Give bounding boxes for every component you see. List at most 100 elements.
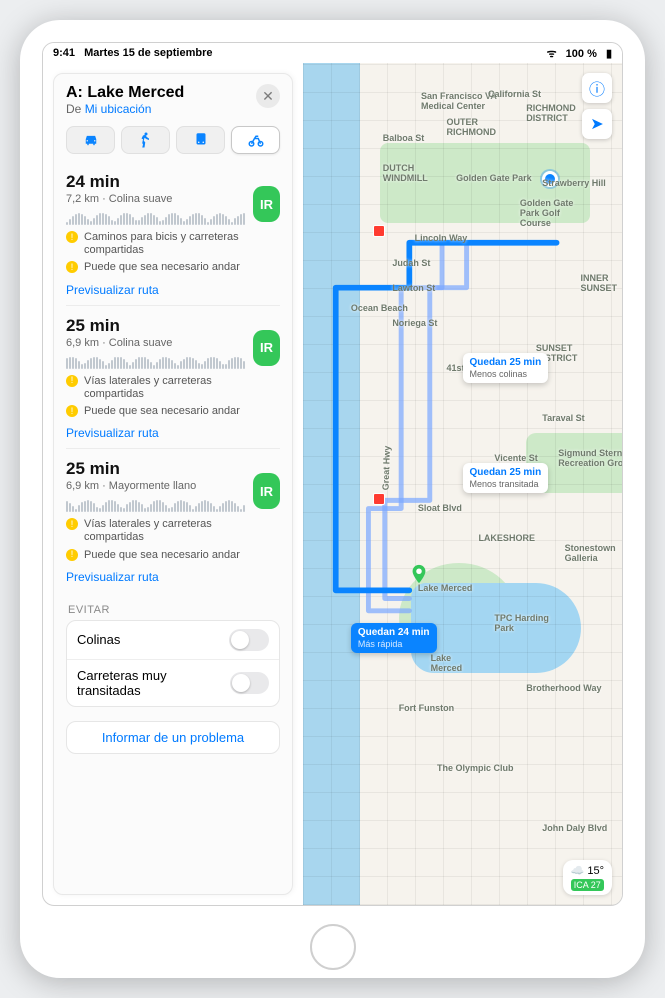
map-label: Fort Funston <box>399 703 455 713</box>
mode-drive[interactable] <box>66 126 115 154</box>
close-button[interactable]: ✕ <box>256 84 280 108</box>
map-info-button[interactable]: ⓘ <box>582 73 612 103</box>
mode-bike[interactable] <box>231 126 280 154</box>
map-label: Golden Gate Park <box>456 173 532 183</box>
status-date: Martes 15 de septiembre <box>84 47 212 59</box>
route-callout[interactable]: Quedan 24 minMás rápida <box>351 623 437 653</box>
map-label: The Olympic Club <box>437 763 514 773</box>
map-label: Lincoln Way <box>415 233 468 243</box>
avoid-row-busy: Carreteras muy transitadas <box>67 660 279 706</box>
route-advisory: !Puede que sea necesario andar <box>66 405 245 418</box>
route-advisory: !Puede que sea necesario andar <box>66 549 245 562</box>
bike-icon <box>247 131 265 149</box>
destination-title: A: Lake Merced <box>66 84 184 102</box>
map-label: Lawton St <box>392 283 435 293</box>
status-time: 9:41 <box>53 47 75 59</box>
avoid-title: EVITAR <box>66 604 280 616</box>
map-label: California St <box>488 89 541 99</box>
map-label: Great Hwy <box>380 446 392 491</box>
status-right: ᯤ 100 % ▮ <box>541 46 612 61</box>
screen: 9:41 Martes 15 de septiembre ᯤ 100 % ▮ A… <box>42 42 623 906</box>
wifi-icon: ᯤ <box>547 48 557 60</box>
go-button[interactable]: IR <box>253 473 280 509</box>
route-advisory: !Vías laterales y carreteras compartidas <box>66 518 245 544</box>
transit-icon <box>192 131 210 149</box>
map-label: Lake Merced <box>418 583 473 593</box>
map-label: Sigmund SternRecreation Grove <box>558 448 622 468</box>
mode-transit[interactable] <box>176 126 225 154</box>
destination-pin <box>408 563 430 585</box>
map-label: Ocean Beach <box>351 303 408 313</box>
road-closure-icon <box>373 493 385 505</box>
elevation-chart <box>66 211 245 225</box>
road-closure-icon <box>373 225 385 237</box>
map-label: OUTERRICHMOND <box>447 117 497 137</box>
preview-route-link[interactable]: Previsualizar ruta <box>66 426 280 440</box>
route-callout[interactable]: Quedan 25 minMenos colinas <box>463 353 549 383</box>
warning-icon: ! <box>66 375 78 387</box>
route-duration: 25 min <box>66 459 245 479</box>
warning-icon: ! <box>66 261 78 273</box>
map-label: Vicente St <box>494 453 537 463</box>
report-problem-button[interactable]: Informar de un problema <box>66 721 280 754</box>
route-meta: 7,2 km · Colina suave <box>66 193 245 205</box>
avoid-hills-switch[interactable] <box>229 629 269 651</box>
map-label: Golden GatePark GolfCourse <box>520 198 574 228</box>
map-label: TPC HardingPark <box>494 613 549 633</box>
map-label: Judah St <box>392 258 430 268</box>
map-label: Brotherhood Way <box>526 683 601 693</box>
preview-route-link[interactable]: Previsualizar ruta <box>66 283 280 297</box>
home-button[interactable] <box>310 924 356 970</box>
map-label: LakeMerced <box>431 653 463 673</box>
map-label: RICHMONDDISTRICT <box>526 103 576 123</box>
avoid-section: EVITAR Colinas Carreteras muy transitada… <box>66 604 280 707</box>
avoid-row-hills: Colinas <box>67 621 279 660</box>
warning-icon: ! <box>66 518 78 530</box>
route-advisory: !Puede que sea necesario andar <box>66 261 245 274</box>
map-locate-button[interactable]: ➤ <box>582 109 612 139</box>
route-duration: 24 min <box>66 172 245 192</box>
map-label: StonestownGalleria <box>565 543 616 563</box>
status-left: 9:41 Martes 15 de septiembre <box>53 47 212 59</box>
map-label: INNERSUNSET <box>581 273 618 293</box>
route-duration: 25 min <box>66 316 245 336</box>
map-label: Noriega St <box>392 318 437 328</box>
warning-icon: ! <box>66 405 78 417</box>
map-label: DUTCHWINDMILL <box>383 163 428 183</box>
route-option-1[interactable]: 25 min 6,9 km · Colina suave !Vías later… <box>66 305 280 449</box>
route-callout[interactable]: Quedan 25 minMenos transitada <box>463 463 549 493</box>
preview-route-link[interactable]: Previsualizar ruta <box>66 570 280 584</box>
weather-badge[interactable]: ☁️ 15° ICA 27 <box>563 860 612 895</box>
route-option-0[interactable]: 24 min 7,2 km · Colina suave !Caminos pa… <box>66 162 280 305</box>
go-button[interactable]: IR <box>253 330 280 366</box>
map-canvas[interactable]: San Francisco VAMedical CenterCalifornia… <box>303 63 622 905</box>
map-label: LAKESHORE <box>478 533 535 543</box>
walk-icon <box>137 131 155 149</box>
origin-subtitle: De Mi ubicación <box>66 102 184 116</box>
route-meta: 6,9 km · Mayormente llano <box>66 480 245 492</box>
route-advisory: !Caminos para bicis y carreteras compart… <box>66 231 245 257</box>
my-location-link[interactable]: Mi ubicación <box>85 102 152 116</box>
route-option-2[interactable]: 25 min 6,9 km · Mayormente llano !Vías l… <box>66 448 280 592</box>
map-label: Balboa St <box>383 133 425 143</box>
map-label: Strawberry Hill <box>542 178 606 188</box>
map-label: Sloat Blvd <box>418 503 462 513</box>
directions-sidebar: A: Lake Merced De Mi ubicación ✕ <box>53 73 293 895</box>
map-label: Taraval St <box>542 413 584 423</box>
map-label: San Francisco VAMedical Center <box>421 91 497 111</box>
battery-text: 100 % <box>566 48 597 60</box>
mode-walk[interactable] <box>121 126 170 154</box>
route-advisory: !Vías laterales y carreteras compartidas <box>66 375 245 401</box>
battery-icon: ▮ <box>606 48 612 60</box>
car-icon <box>82 131 100 149</box>
warning-icon: ! <box>66 231 78 243</box>
map-label: John Daly Blvd <box>542 823 607 833</box>
go-button[interactable]: IR <box>253 186 280 222</box>
elevation-chart <box>66 355 245 369</box>
avoid-label-hills: Colinas <box>77 632 120 647</box>
transport-mode-tabs <box>66 126 280 154</box>
elevation-chart <box>66 498 245 512</box>
avoid-label-busy: Carreteras muy transitadas <box>77 668 230 698</box>
ipad-frame: 9:41 Martes 15 de septiembre ᯤ 100 % ▮ A… <box>20 20 645 978</box>
avoid-busy-switch[interactable] <box>230 672 269 694</box>
